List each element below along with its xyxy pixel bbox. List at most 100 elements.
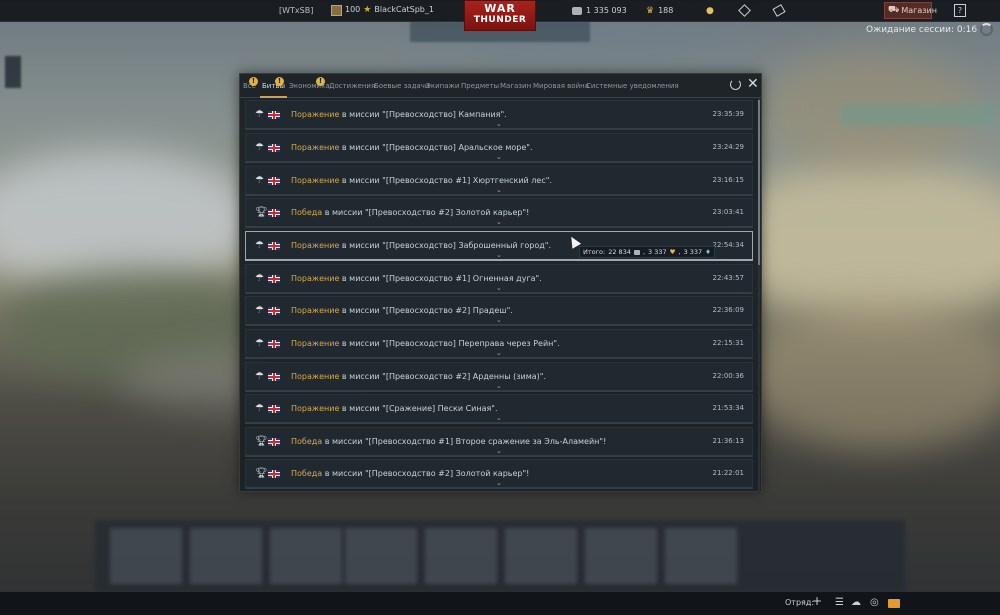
shop-button[interactable]: ⛟ Магазин [884,2,937,19]
mission-text: в миссии "[Превосходство #1] Хюртгенский… [339,176,552,185]
tab-combat-tasks[interactable]: Боевые задачи [374,81,429,91]
battle-row[interactable]: ☂ Поражение в миссии "[Сражение] Пески С… [245,394,753,424]
clan-tag[interactable]: [WTxSB] [279,5,313,17]
battle-log-list[interactable]: ☂ Поражение в миссии "[Превосходство] Ка… [245,100,753,490]
battle-row[interactable]: 🏆︎ Победа в миссии "[Превосходство #2] З… [245,459,753,489]
scrollbar[interactable] [758,98,760,493]
chat-icon[interactable]: ◎ [870,597,879,609]
battle-row[interactable]: ☂ Поражение в миссии "[Превосходство #1]… [245,166,753,196]
battle-time: 22:15:31 [712,339,744,347]
battle-row[interactable]: ☂ Поражение в миссии "[Превосходство] Ка… [245,100,753,130]
tooltip-crew: 3 337 [648,248,667,256]
battle-row[interactable]: 🏆︎ Победа в миссии "[Превосходство #2] З… [245,198,753,228]
battle-message: Поражение в миссии "[Превосходство] Камп… [291,109,507,120]
mission-text: в миссии "[Превосходство #2] Арденны (зи… [339,372,546,381]
list-icon[interactable]: ☰ [835,597,844,609]
chevron-down-icon[interactable]: ⌄ [496,480,502,487]
battle-time: 22:43:57 [712,274,744,282]
battle-row[interactable]: ☂ Поражение в миссии "[Превосходство] Ар… [245,133,753,163]
chevron-down-icon[interactable]: ⌄ [496,448,502,455]
golden-eagles-balance[interactable]: ♛ 188 [646,5,673,17]
tab-all[interactable]: Все ! [243,77,258,91]
session-wait-text: Ожидание сессии: 0:16 [866,24,978,35]
refresh-icon[interactable] [730,79,741,90]
rewards-tooltip: Итого: 22 834 , 3 337 ♥, 3 337 ♦ [579,246,715,258]
chevron-down-icon[interactable]: ⌄ [496,415,502,422]
battle-message: Поражение в миссии "[Превосходство #2] А… [291,371,546,382]
battle-result: Поражение [291,339,340,348]
battle-result: Поражение [291,372,340,381]
scrollbar-thumb[interactable] [758,100,760,265]
battle-time: 23:03:41 [712,208,744,216]
tab-achievements[interactable]: Достижения [329,81,375,91]
mail-icon[interactable] [888,599,900,608]
tab-world-war[interactable]: Мировая война [533,81,589,91]
chevron-down-icon[interactable]: ⌄ [496,383,502,390]
battle-row[interactable]: ☂ Поражение в миссии "[Превосходство] Пе… [245,329,753,359]
items-icon[interactable] [738,4,751,17]
chevron-down-icon[interactable]: ⌄ [496,121,502,128]
alert-icon: ! [249,77,258,86]
tooltip-research: 3 337 [683,248,703,256]
battle-time: 22:36:09 [712,306,744,314]
uk-flag-icon [268,340,280,348]
chevron-down-icon[interactable]: ⌄ [496,187,502,194]
add-squad-member-icon[interactable]: + [812,595,822,607]
parachute-icon: ☂ [255,142,264,153]
tab-battles[interactable]: Битвы ! [259,77,288,98]
chevron-down-icon[interactable]: ⌄ [496,154,502,161]
tab-system-notifications[interactable]: Системные уведомления [586,81,679,91]
alert-icon: ! [316,77,325,86]
battle-message: Победа в миссии "[Превосходство #2] Золо… [291,207,529,218]
mission-text: в миссии "[Превосходство] Аральское море… [339,143,533,152]
tab-shop[interactable]: Магазин [500,81,531,91]
uk-flag-icon [268,275,280,283]
player-profile[interactable]: 100 ★ BlackCatSpb_1 [331,4,434,16]
parachute-icon: ☂ [255,403,264,414]
parachute-icon: ☂ [255,338,264,349]
uk-flag-icon [268,144,280,152]
mission-text: в миссии "[Превосходство #2] Золотой кар… [322,208,530,217]
battle-message: Поражение в миссии "[Превосходство] Забр… [291,240,551,251]
battle-row[interactable]: ☂ Поражение в миссии "[Превосходство #2]… [245,362,753,392]
silver-lions-value: 1 335 093 [586,6,627,15]
tab-items[interactable]: Предметы [461,81,499,91]
separator: , [642,248,646,256]
cart-icon: ⛟ [888,5,900,15]
help-button[interactable]: ? [954,4,966,17]
chevron-down-icon[interactable]: ⌄ [496,350,502,357]
close-icon[interactable]: ✕ [747,76,759,92]
parachute-icon: ☂ [255,175,264,186]
battle-result: Победа [291,469,323,478]
coupon-icon[interactable] [772,4,786,17]
battle-time: 21:36:13 [712,437,744,445]
battle-result: Победа [291,437,323,446]
silver-lions-balance[interactable]: 1 335 093 [572,5,627,17]
rank-icon [331,4,342,16]
chevron-down-icon[interactable]: ⌄ [496,219,502,226]
battle-row[interactable]: ☂ Поражение в миссии "[Превосходство #1]… [245,264,753,294]
mission-text: в миссии "[Превосходство #1] Огненная ду… [339,274,542,283]
battle-message: Победа в миссии "[Превосходство #2] Золо… [291,468,529,479]
tab-crews[interactable]: Экипажи [426,81,459,91]
side-widget [5,56,21,88]
chevron-down-icon[interactable]: ⌄ [496,317,502,324]
chevron-down-icon[interactable]: ⌄ [496,252,502,259]
battle-time: 22:54:34 [712,241,744,249]
tab-economy[interactable]: Экономика ! [289,77,330,91]
mission-text: в миссии "[Превосходство] Заброшенный го… [339,241,551,250]
cloud-icon[interactable]: ☁ [851,597,861,609]
mission-text: в миссии "[Превосходство #2] Прадеш". [339,306,513,315]
battle-row[interactable]: 🏆︎ Победа в миссии "[Превосходство #1] В… [245,427,753,457]
chevron-down-icon[interactable]: ⌄ [496,285,502,292]
battle-time: 23:16:15 [712,176,744,184]
battle-time: 21:22:01 [712,469,744,477]
battle-time: 23:24:29 [712,143,744,151]
notifications-panel: Все ! Битвы ! Экономика ! Достижения Бое… [239,73,762,493]
battle-result: Победа [291,208,323,217]
research-points-icon: ♦ [705,248,711,256]
battle-result: Поражение [291,274,340,283]
lightbulb-icon[interactable]: ● [706,5,714,17]
mission-text: в миссии "[Сражение] Пески Синая". [339,404,498,413]
battle-row[interactable]: ☂ Поражение в миссии "[Превосходство #2]… [245,296,753,326]
